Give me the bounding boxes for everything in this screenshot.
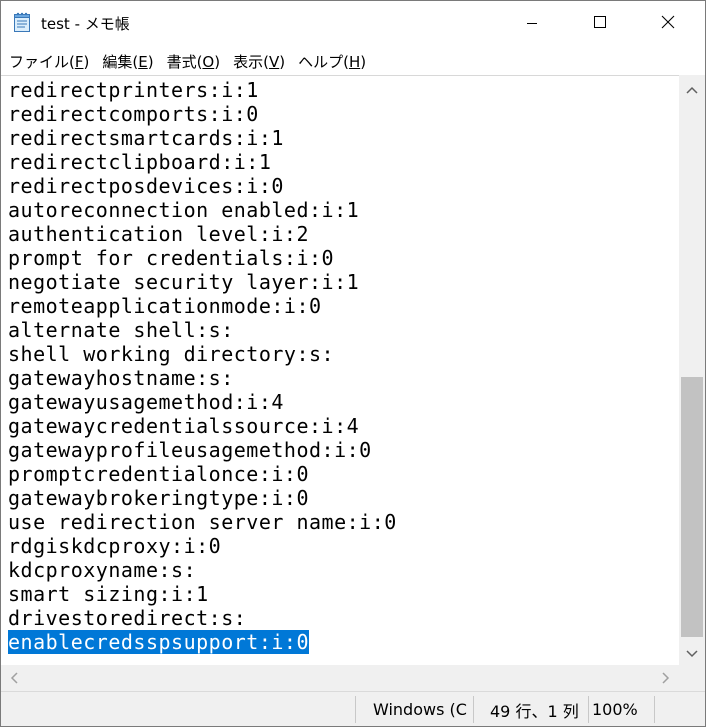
- menu-view[interactable]: 表示(V): [228, 51, 290, 72]
- text-line: gatewayhostname:s:: [8, 366, 234, 390]
- text-line: gatewayprofileusagemethod:i:0: [8, 438, 372, 462]
- close-button[interactable]: [645, 1, 691, 45]
- chevron-right-icon: [662, 669, 670, 688]
- window-title: test - メモ帳: [41, 15, 130, 33]
- scroll-left-button[interactable]: [1, 665, 27, 691]
- title-bar[interactable]: test - メモ帳: [1, 1, 705, 45]
- notepad-icon: [13, 12, 31, 32]
- text-line: gatewaybrokeringtype:i:0: [8, 486, 309, 510]
- text-line: promptcredentialonce:i:0: [8, 462, 309, 486]
- status-cursor-position: 49 行、1 列: [490, 701, 579, 721]
- minimize-button[interactable]: [509, 1, 555, 45]
- menu-file[interactable]: ファイル(F): [4, 51, 94, 72]
- text-lines: redirectprinters:i:1 redirectcomports:i:…: [8, 78, 397, 654]
- text-line: kdcproxyname:s:: [8, 558, 197, 582]
- status-encoding: Windows (C: [373, 700, 467, 719]
- text-line: redirectprinters:i:1: [8, 78, 259, 102]
- scroll-down-button[interactable]: [679, 639, 705, 665]
- text-line: rdgiskdcproxy:i:0: [8, 534, 222, 558]
- menu-edit[interactable]: 編集(E): [97, 51, 158, 72]
- vertical-scroll-thumb[interactable]: [681, 377, 703, 637]
- selected-text-line: enablecredsspsupport:i:0: [8, 630, 309, 654]
- status-zoom: 100%: [592, 700, 638, 719]
- status-divider: [588, 696, 589, 723]
- status-bar: Windows (C 49 行、1 列 100%: [1, 691, 705, 726]
- text-line: prompt for credentials:i:0: [8, 246, 335, 270]
- text-line: authentication level:i:2: [8, 222, 309, 246]
- maximize-button[interactable]: [577, 1, 623, 45]
- text-line: drivestoredirect:s:: [8, 606, 247, 630]
- close-icon: [661, 14, 675, 33]
- scrollbar-corner: [679, 665, 705, 691]
- minimize-icon: [526, 14, 538, 33]
- menu-help[interactable]: ヘルプ(H): [293, 51, 371, 72]
- chevron-up-icon: [686, 79, 698, 98]
- text-line: negotiate security layer:i:1: [8, 270, 360, 294]
- maximize-icon: [593, 14, 607, 33]
- horizontal-scrollbar[interactable]: [1, 665, 679, 691]
- menu-format[interactable]: 書式(O): [162, 51, 226, 72]
- text-line: shell working directory:s:: [8, 342, 335, 366]
- text-line: redirectposdevices:i:0: [8, 174, 284, 198]
- scroll-right-button[interactable]: [653, 665, 679, 691]
- scroll-up-button[interactable]: [679, 75, 705, 101]
- text-line: remoteapplicationmode:i:0: [8, 294, 322, 318]
- text-line: smart sizing:i:1: [8, 582, 209, 606]
- text-line: gatewayusagemethod:i:4: [8, 390, 284, 414]
- status-divider: [654, 696, 655, 723]
- status-divider: [473, 696, 474, 723]
- text-line: gatewaycredentialssource:i:4: [8, 414, 360, 438]
- text-line: autoreconnection enabled:i:1: [8, 198, 360, 222]
- text-line: use redirection server name:i:0: [8, 510, 397, 534]
- menu-bar: ファイル(F) 編集(E) 書式(O) 表示(V) ヘルプ(H): [1, 48, 705, 74]
- text-line: alternate shell:s:: [8, 318, 234, 342]
- text-line: redirectsmartcards:i:1: [8, 126, 284, 150]
- text-line: redirectcomports:i:0: [8, 102, 259, 126]
- chevron-down-icon: [686, 643, 698, 662]
- text-line: redirectclipboard:i:1: [8, 150, 272, 174]
- text-editor[interactable]: redirectprinters:i:1 redirectcomports:i:…: [1, 75, 679, 666]
- status-divider: [355, 696, 356, 723]
- notepad-window: test - メモ帳 ファイル(F) 編集(E) 書式(O) 表示(V) ヘルプ…: [0, 0, 706, 727]
- vertical-scrollbar[interactable]: [679, 75, 705, 665]
- chevron-left-icon: [10, 669, 18, 688]
